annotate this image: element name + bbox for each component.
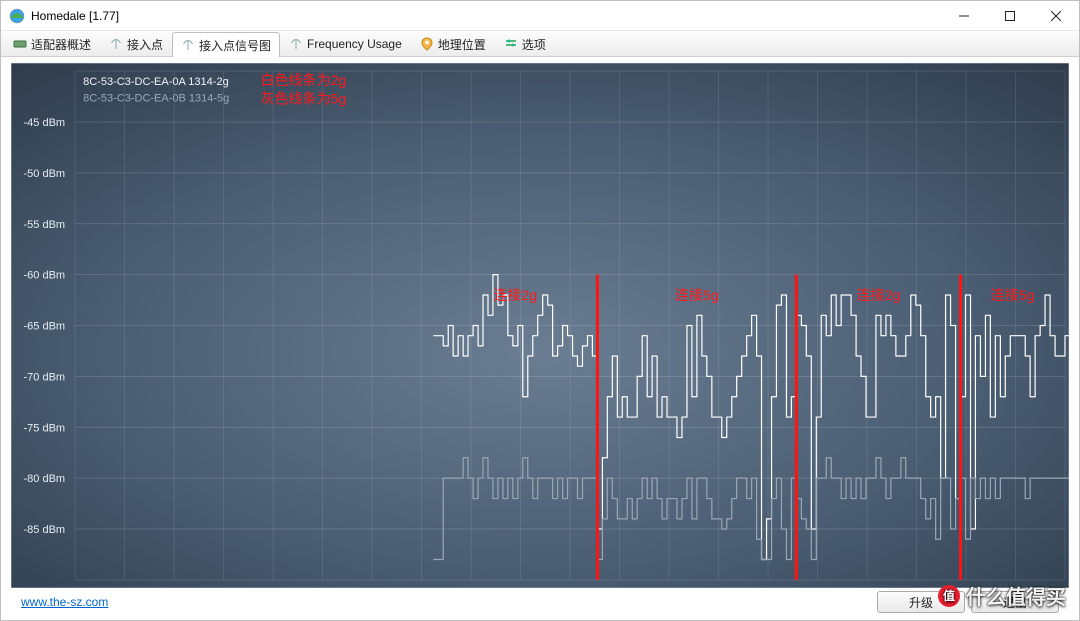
svg-text:-55 dBm: -55 dBm bbox=[24, 219, 66, 231]
svg-text:-80 dBm: -80 dBm bbox=[24, 473, 66, 485]
svg-text:-60 dBm: -60 dBm bbox=[24, 270, 66, 282]
footer: www.the-sz.com 升级 退出 bbox=[11, 588, 1069, 616]
antenna-icon bbox=[289, 37, 303, 51]
tab-signal-graph[interactable]: 接入点信号图 bbox=[172, 32, 280, 57]
antenna-icon bbox=[181, 38, 195, 52]
svg-text:-75 dBm: -75 dBm bbox=[24, 422, 66, 434]
app-icon bbox=[9, 8, 25, 24]
tab-location[interactable]: 地理位置 bbox=[411, 31, 495, 56]
app-window: Homedale [1.77] 适配器概述 接入点 接入点信号图 Frequen… bbox=[0, 0, 1080, 621]
tab-label: Frequency Usage bbox=[307, 37, 402, 51]
tab-label: 地理位置 bbox=[438, 36, 486, 53]
tab-label: 接入点 bbox=[127, 36, 163, 53]
window-controls bbox=[941, 1, 1079, 31]
tab-label: 适配器概述 bbox=[31, 36, 91, 53]
svg-text:-70 dBm: -70 dBm bbox=[24, 371, 66, 383]
svg-text:-85 dBm: -85 dBm bbox=[24, 524, 66, 536]
maximize-button[interactable] bbox=[987, 1, 1033, 31]
location-pin-icon bbox=[420, 37, 434, 51]
vendor-link[interactable]: www.the-sz.com bbox=[21, 595, 108, 609]
tab-access-points[interactable]: 接入点 bbox=[100, 31, 172, 56]
svg-text:8C-53-C3-DC-EA-0A 1314-2g: 8C-53-C3-DC-EA-0A 1314-2g bbox=[83, 76, 229, 88]
content-area: -45 dBm -50 dBm -55 dBm -60 dBm -65 dBm -70 d… bbox=[1, 57, 1079, 620]
tab-adapter-overview[interactable]: 适配器概述 bbox=[4, 31, 100, 56]
tab-label: 选项 bbox=[522, 36, 546, 53]
svg-text:白色线条为2g: 白色线条为2g bbox=[260, 72, 346, 88]
svg-text:-45 dBm: -45 dBm bbox=[24, 117, 66, 129]
svg-text:连接5g: 连接5g bbox=[991, 287, 1035, 303]
tab-frequency-usage[interactable]: Frequency Usage bbox=[280, 31, 411, 56]
tab-label: 接入点信号图 bbox=[199, 37, 271, 54]
svg-text:8C-53-C3-DC-EA-0B 1314-5g: 8C-53-C3-DC-EA-0B 1314-5g bbox=[83, 92, 229, 104]
window-title: Homedale [1.77] bbox=[31, 9, 941, 23]
exit-button[interactable]: 退出 bbox=[971, 591, 1059, 613]
minimize-button[interactable] bbox=[941, 1, 987, 31]
tab-options[interactable]: 选项 bbox=[495, 31, 555, 56]
signal-chart: -45 dBm -50 dBm -55 dBm -60 dBm -65 dBm -70 d… bbox=[11, 63, 1069, 588]
svg-text:-50 dBm: -50 dBm bbox=[24, 168, 66, 180]
titlebar: Homedale [1.77] bbox=[1, 1, 1079, 31]
options-icon bbox=[504, 37, 518, 51]
adapter-icon bbox=[13, 37, 27, 51]
svg-text:-65 dBm: -65 dBm bbox=[24, 321, 66, 333]
antenna-icon bbox=[109, 37, 123, 51]
svg-text:灰色线条为5g: 灰色线条为5g bbox=[260, 90, 346, 106]
close-button[interactable] bbox=[1033, 1, 1079, 31]
upgrade-button[interactable]: 升级 bbox=[877, 591, 965, 613]
toolbar: 适配器概述 接入点 接入点信号图 Frequency Usage 地理位置 选项 bbox=[1, 31, 1079, 57]
svg-text:连接2g: 连接2g bbox=[494, 287, 538, 303]
svg-text:连接5g: 连接5g bbox=[675, 287, 719, 303]
svg-text:连接2g: 连接2g bbox=[857, 287, 901, 303]
